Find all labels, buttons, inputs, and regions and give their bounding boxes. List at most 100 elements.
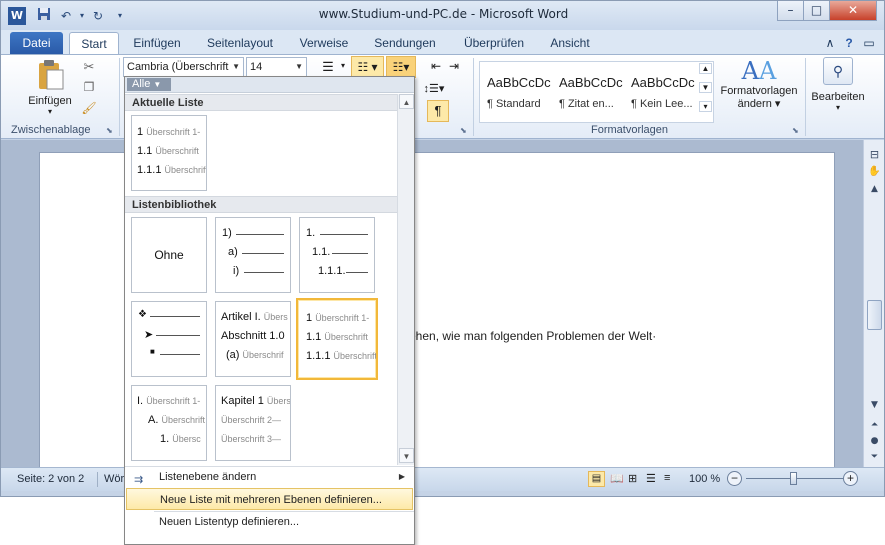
tile-text: Übersc bbox=[172, 434, 201, 444]
list-tile-none[interactable]: Ohne bbox=[131, 217, 207, 293]
list-tile-paren[interactable]: 1) a) i) bbox=[215, 217, 291, 293]
close-button[interactable]: ✕ bbox=[829, 1, 877, 21]
bullets-dropdown-icon[interactable]: ▾ bbox=[339, 61, 347, 70]
list-tile-roman[interactable]: I. Überschrift 1- A. Überschrift 1. Über… bbox=[131, 385, 207, 461]
hand-icon[interactable]: ✋ bbox=[866, 166, 883, 182]
zoom-out-icon[interactable]: − bbox=[727, 471, 742, 486]
chevron-down-icon: ▾ bbox=[835, 103, 840, 112]
list-tile-decimal[interactable]: 1. 1.1. 1.1.1. bbox=[299, 217, 375, 293]
tile-line-rule bbox=[242, 253, 284, 254]
tile-line: Kapitel 1 Übersc bbox=[221, 395, 290, 407]
document-text[interactable]: ehen, wie man folgenden Problemen der We… bbox=[409, 329, 656, 343]
tile-num: 1. bbox=[306, 227, 316, 239]
full-screen-reading-icon[interactable]: 📖 bbox=[610, 472, 624, 485]
zoom-in-icon[interactable]: + bbox=[843, 471, 858, 486]
dialog-launcher-icon[interactable]: ⬊ bbox=[106, 126, 113, 135]
numbering-button[interactable]: ☷ ▾ bbox=[351, 56, 384, 78]
styles-scroll-down-icon[interactable]: ▼ bbox=[699, 82, 712, 93]
menu-item-label: Listenebene ändern bbox=[159, 471, 257, 483]
change-styles-label-2: ändern bbox=[737, 98, 772, 110]
minimize-button[interactable]: – bbox=[777, 1, 804, 21]
minimize-ribbon-icon[interactable]: ∧ bbox=[823, 32, 837, 54]
show-formatting-button[interactable]: ¶ bbox=[427, 100, 449, 122]
scroll-down-icon[interactable]: ▼ bbox=[866, 400, 883, 416]
styles-scroll-up-icon[interactable]: ▲ bbox=[699, 63, 712, 74]
web-layout-icon[interactable]: ⊞ bbox=[628, 472, 637, 485]
tile-num: 1.1.1. bbox=[318, 265, 346, 277]
style-zitat[interactable]: AaBbCcDc ¶ Zitat en... bbox=[553, 68, 625, 118]
tile-text: Überschrift 1- bbox=[146, 396, 201, 406]
increase-indent-icon[interactable]: ⇥ bbox=[447, 59, 461, 73]
line-spacing-icon[interactable]: ↕☰▾ bbox=[423, 82, 445, 95]
tab-datei[interactable]: Datei bbox=[10, 32, 63, 54]
bullets-icon[interactable]: ☰ bbox=[319, 59, 337, 75]
tile-num: 1 bbox=[306, 312, 313, 324]
multilevel-list-button[interactable]: ☷▾ bbox=[386, 56, 416, 78]
tile-line: Artikel I. Übers bbox=[221, 311, 288, 323]
word-count-status[interactable]: Wör bbox=[104, 473, 124, 485]
tile-text: Überschrift 3— bbox=[221, 434, 282, 444]
gallery-scrollbar[interactable]: ▲ ▼ bbox=[397, 94, 414, 465]
style-name: ¶ Zitat en... bbox=[559, 98, 614, 110]
list-tile-headings-selected[interactable]: 1 Überschrift 1- 1.1 Überschrift 1.1.1 Ü… bbox=[296, 298, 378, 380]
tab-verweise[interactable]: Verweise bbox=[293, 32, 355, 54]
tab-start[interactable]: Start bbox=[69, 32, 119, 54]
scroll-thumb[interactable] bbox=[867, 300, 882, 330]
scroll-up-icon[interactable]: ▲ bbox=[866, 184, 883, 200]
dialog-launcher-icon[interactable]: ⬊ bbox=[792, 126, 799, 135]
tab-ansicht[interactable]: Ansicht bbox=[544, 32, 596, 54]
submenu-arrow-icon: ▶ bbox=[398, 472, 405, 481]
tab-einfuegen[interactable]: Einfügen bbox=[126, 32, 188, 54]
tab-ueberpruefen[interactable]: Überprüfen bbox=[454, 32, 534, 54]
gallery-filter-dropdown[interactable]: Alle ▼ bbox=[127, 78, 171, 91]
font-family-combo[interactable]: Cambria (Überschrift ▼ bbox=[123, 57, 244, 77]
style-standard[interactable]: AaBbCcDc ¶ Standard bbox=[481, 68, 553, 118]
edit-button[interactable]: ⚲ Bearbeiten ▾ bbox=[808, 57, 868, 123]
paste-button[interactable]: Einfügen ▾ bbox=[23, 59, 77, 121]
tile-line: Überschrift 3— bbox=[221, 433, 281, 445]
style-sample: AaBbCcDc bbox=[631, 75, 695, 90]
list-tile-article[interactable]: Artikel I. Übers Abschnitt 1.0 (a) Übers… bbox=[215, 301, 291, 377]
list-tile-bullets[interactable]: ❖ ➤ ■ bbox=[131, 301, 207, 377]
tile-text: Überschrif bbox=[242, 350, 284, 360]
format-painter-icon[interactable]: 🖌 bbox=[81, 101, 97, 115]
group-separator bbox=[473, 58, 474, 136]
style-kein-leerraum[interactable]: AaBbCcDc ¶ Kein Lee... bbox=[625, 68, 697, 118]
help-icon[interactable]: ? bbox=[841, 32, 857, 54]
next-page-icon[interactable]: ⏷ bbox=[866, 452, 883, 468]
zoom-level[interactable]: 100 % bbox=[689, 473, 720, 485]
font-size-combo[interactable]: 14 ▼ bbox=[246, 57, 307, 77]
scroll-up-icon[interactable]: ▲ bbox=[399, 94, 414, 109]
tile-line-rule bbox=[236, 234, 284, 235]
dialog-launcher-icon[interactable]: ⬊ bbox=[460, 126, 467, 135]
vertical-scrollbar[interactable]: ⊟ ✋ ▲ ▼ ⏶ ● ⏷ bbox=[863, 140, 884, 468]
tab-sendungen[interactable]: Sendungen bbox=[366, 32, 444, 54]
scroll-down-icon[interactable]: ▼ bbox=[399, 448, 414, 463]
chevron-down-icon: ▼ bbox=[153, 80, 162, 89]
change-styles-button[interactable]: AA Formatvorlagen ändern ▾ bbox=[714, 57, 804, 123]
tile-text: Überschrift bbox=[161, 415, 205, 425]
prev-page-icon[interactable]: ⏶ bbox=[866, 420, 883, 436]
cut-icon[interactable]: ✂ bbox=[81, 59, 97, 75]
maximize-button[interactable]: □ bbox=[803, 1, 830, 21]
menu-item-change-list-level[interactable]: ⇉ Listenebene ändern ▶ bbox=[126, 466, 413, 488]
outline-view-icon[interactable]: ☰ bbox=[646, 472, 656, 485]
tile-line-rule bbox=[332, 253, 368, 254]
draft-view-icon[interactable]: ≡ bbox=[664, 472, 670, 484]
menu-item-define-new-list-style[interactable]: Neuen Listentyp definieren... bbox=[126, 511, 413, 533]
print-layout-icon[interactable]: ▤ bbox=[588, 471, 605, 487]
list-tile-current[interactable]: 1 Überschrift 1- 1.1 Überschrift 1.1.1 Ü… bbox=[131, 115, 207, 191]
style-name: ¶ Standard bbox=[487, 98, 541, 110]
ruler-toggle-icon[interactable]: ⊟ bbox=[866, 148, 883, 164]
menu-item-define-new-multilevel-list[interactable]: Neue Liste mit mehreren Ebenen definiere… bbox=[126, 488, 413, 510]
tile-line: Überschrift 2— bbox=[221, 414, 281, 426]
select-browse-object-icon[interactable]: ● bbox=[866, 436, 883, 452]
tab-seitenlayout[interactable]: Seitenlayout bbox=[199, 32, 281, 54]
list-tile-chapter[interactable]: Kapitel 1 Übersc Überschrift 2— Überschr… bbox=[215, 385, 291, 461]
page-count-status[interactable]: Seite: 2 von 2 bbox=[17, 473, 84, 485]
decrease-indent-icon[interactable]: ⇤ bbox=[429, 59, 443, 73]
ribbon-restore-icon[interactable]: ▭ bbox=[861, 32, 877, 54]
styles-more-icon[interactable]: ▾ bbox=[699, 101, 712, 112]
copy-icon[interactable]: ❐ bbox=[81, 80, 97, 94]
zoom-slider-thumb[interactable] bbox=[790, 472, 797, 485]
